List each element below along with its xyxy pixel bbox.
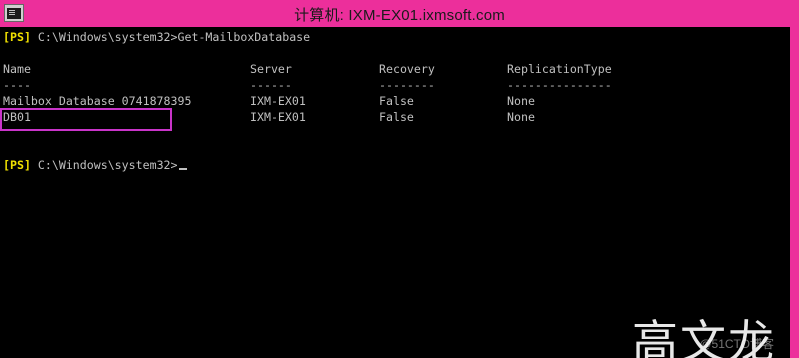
highlight-box [0, 108, 172, 131]
cell-server: IXM-EX01 [250, 110, 306, 124]
cell-server: IXM-EX01 [250, 94, 306, 108]
window-border-right [790, 27, 799, 358]
header-server: Server [250, 62, 292, 76]
underline-name: ---- [3, 78, 31, 92]
underline-server: ------ [250, 78, 292, 92]
site-watermark: @51CTO博客 [699, 337, 774, 351]
powershell-window: 计算机: IXM-EX01.ixmsoft.com [PS] C:\Window… [0, 0, 799, 358]
command-line: [PS] C:\Windows\system32>Get-MailboxData… [3, 29, 310, 45]
cell-recovery: False [379, 94, 414, 108]
header-recovery: Recovery [379, 62, 435, 76]
cell-replication-type: None [507, 110, 535, 124]
cell-replication-type: None [507, 94, 535, 108]
prompt-tag: [PS] [3, 158, 31, 172]
text-cursor [178, 168, 187, 170]
prompt-line[interactable]: [PS] C:\Windows\system32> [3, 157, 187, 173]
prompt-path: C:\Windows\system32> [37, 158, 178, 172]
title-bar[interactable]: 计算机: IXM-EX01.ixmsoft.com [0, 0, 799, 27]
command-text: Get-MailboxDatabase [177, 30, 311, 44]
cell-name: Mailbox Database 0741878395 [3, 94, 192, 108]
underline-replication-type: --------------- [507, 78, 612, 92]
window-title: 计算机: IXM-EX01.ixmsoft.com [294, 7, 505, 24]
prompt-tag: [PS] [3, 30, 31, 44]
underline-recovery: -------- [379, 78, 435, 92]
cell-recovery: False [379, 110, 414, 124]
prompt-path: C:\Windows\system32> [37, 30, 178, 44]
console-output[interactable]: [PS] C:\Windows\system32>Get-MailboxData… [0, 27, 790, 358]
header-name: Name [3, 62, 31, 76]
header-replication-type: ReplicationType [507, 62, 612, 76]
